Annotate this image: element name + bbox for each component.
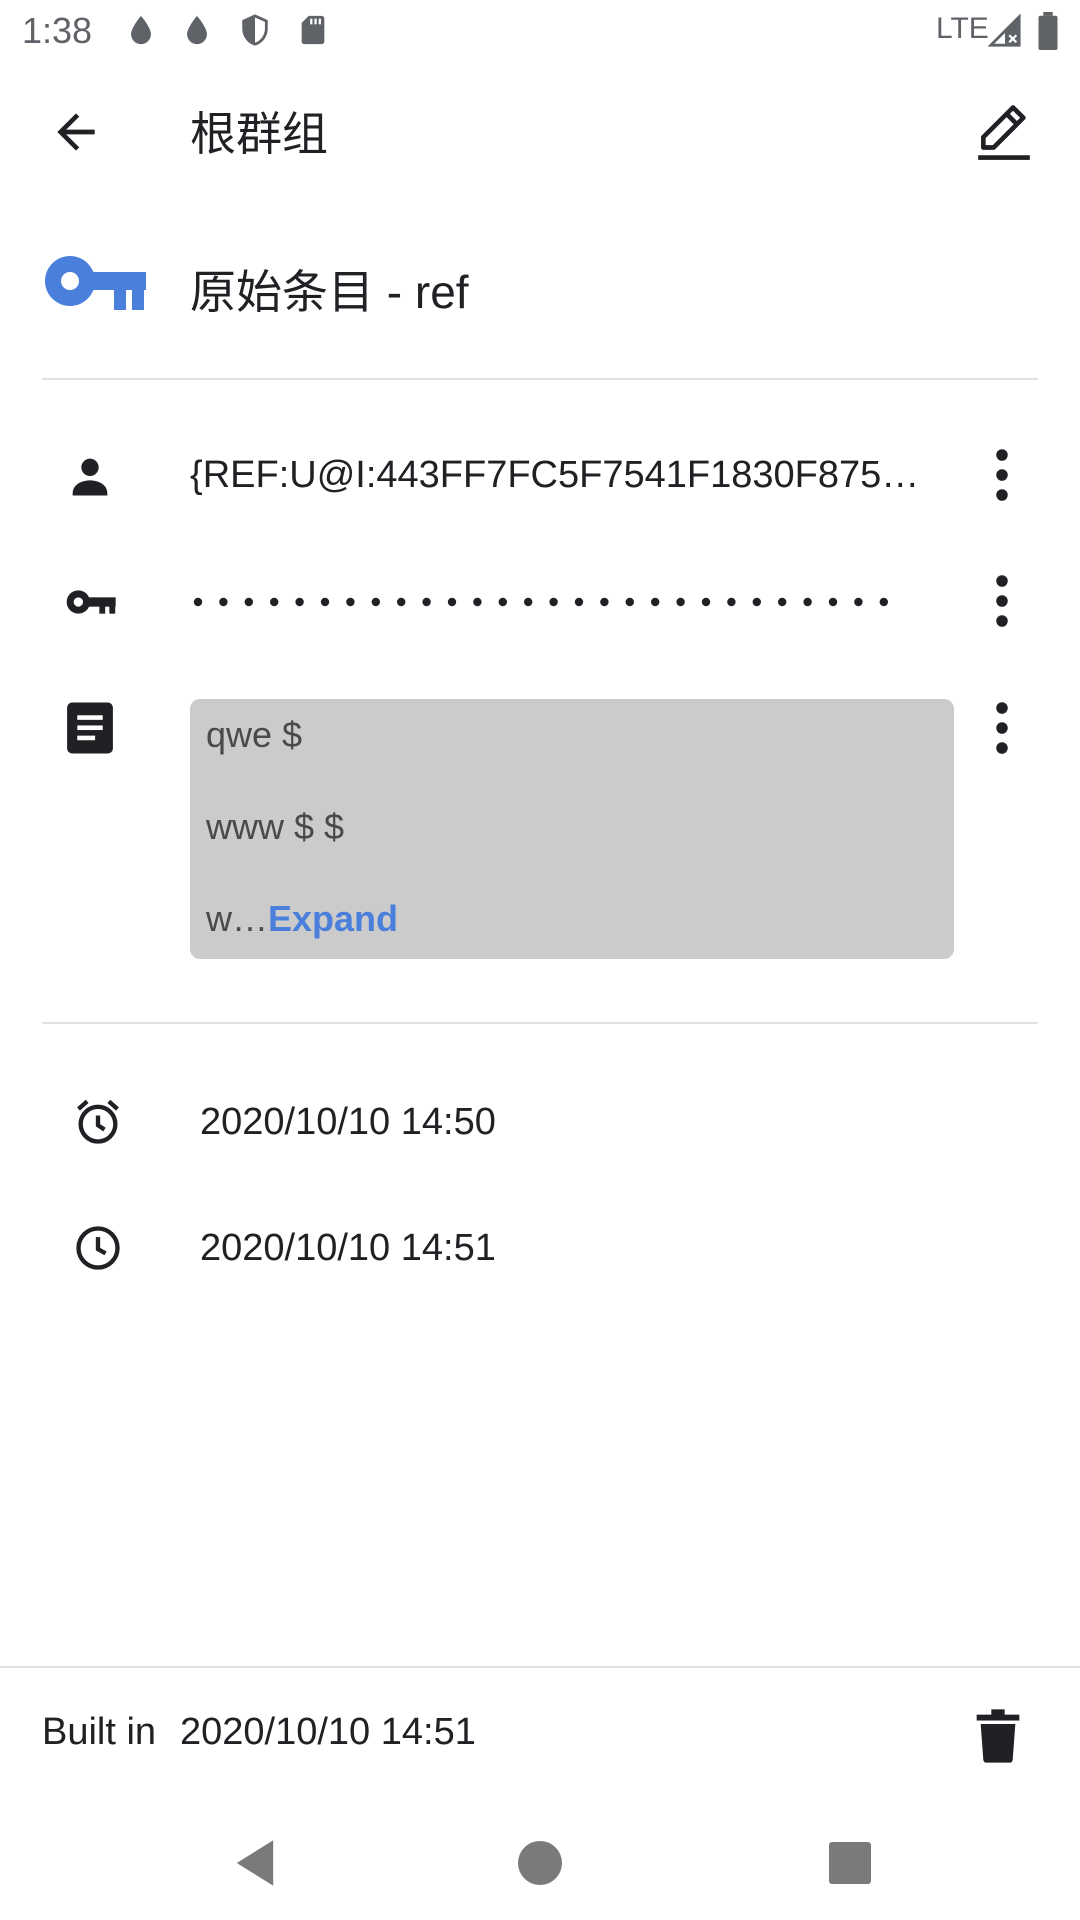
signal-icon [988, 14, 1021, 47]
password-dot [854, 597, 863, 607]
divider [42, 378, 1038, 380]
nav-recents-button[interactable] [815, 1828, 885, 1898]
notes-icon-wrap [62, 700, 118, 756]
password-icon-wrap [62, 574, 118, 630]
password-dot [778, 597, 787, 607]
notes-line: qwe $ [206, 714, 303, 755]
status-time: 1:38 [22, 10, 93, 51]
entry-key-icon [45, 256, 146, 310]
edit-icon [978, 105, 1030, 160]
password-dot [244, 597, 253, 607]
modified-date: 2020/10/10 14:51 [200, 1227, 496, 1269]
delete-icon [976, 1709, 1020, 1763]
password-dot [701, 597, 711, 607]
notes-line: w… [206, 898, 268, 939]
key-icon [66, 590, 116, 614]
password-dot [651, 597, 660, 607]
system-nav-bar [0, 1800, 1080, 1920]
password-dot [676, 597, 685, 607]
password-dot [295, 597, 304, 607]
expand-link[interactable]: Expand [268, 898, 398, 939]
shield-icon [242, 14, 268, 46]
battery-icon [1038, 12, 1058, 50]
password-value[interactable] [190, 578, 910, 628]
entry-title: 原始条目 - ref [190, 266, 469, 318]
password-dot [193, 597, 203, 607]
page-title: 根群组 [190, 108, 328, 160]
alarm-icon [77, 1099, 119, 1144]
clock-icon [76, 1226, 120, 1270]
delete-button[interactable] [958, 1696, 1038, 1776]
username-more-button[interactable] [966, 439, 1038, 511]
password-dot [879, 597, 888, 607]
password-dot [320, 597, 330, 607]
password-dot [473, 597, 482, 607]
password-dot [828, 597, 838, 607]
notes-line-last: w…Expand [206, 897, 938, 941]
notes-more-button[interactable] [966, 692, 1038, 764]
username-value[interactable]: {REF:U@I:443FF7FC5F7541F1830F875… [190, 454, 919, 497]
built-value: 2020/10/10 14:51 [180, 1711, 476, 1753]
more-vert-icon [996, 449, 1008, 501]
nav-home-icon [518, 1841, 562, 1885]
network-type: LTE [936, 12, 989, 45]
password-dot [524, 597, 533, 607]
password-more-button[interactable] [966, 565, 1038, 637]
password-dot [574, 597, 584, 607]
password-dot [447, 597, 457, 607]
password-dot [625, 597, 634, 607]
document-icon [67, 702, 113, 754]
built-label: Built in [42, 1711, 157, 1753]
password-dot [498, 597, 507, 607]
nav-back-button[interactable] [220, 1828, 290, 1898]
password-dot [752, 597, 761, 607]
notes-box[interactable]: qwe $ www $ $ w…Expand [190, 699, 954, 959]
nav-back-icon [236, 1840, 274, 1886]
password-dot [422, 597, 431, 607]
back-button[interactable] [40, 96, 112, 168]
password-dot [219, 597, 228, 607]
more-vert-icon [996, 702, 1008, 754]
footer-divider [0, 1666, 1080, 1668]
password-dot [549, 597, 558, 607]
person-icon [72, 458, 108, 496]
password-dot [270, 597, 279, 607]
status-bar: 1:38 LTE [0, 0, 1080, 66]
username-icon-wrap [62, 448, 118, 504]
password-mask [193, 597, 888, 607]
arrow-back-icon [57, 113, 95, 151]
nav-home-button[interactable] [505, 1828, 575, 1898]
password-dot [346, 597, 355, 607]
password-dot [727, 597, 736, 607]
drop-icon [187, 15, 207, 45]
created-date: 2020/10/10 14:50 [200, 1101, 496, 1143]
password-dot [803, 597, 812, 607]
password-dot [371, 597, 380, 607]
nav-recents-icon [829, 1842, 871, 1884]
notes-line: www $ $ [206, 806, 345, 847]
divider [42, 1022, 1038, 1024]
drop-icon [131, 15, 151, 45]
edit-button[interactable] [964, 92, 1044, 172]
more-vert-icon [996, 575, 1008, 627]
sd-card-icon [301, 15, 325, 45]
password-dot [600, 597, 609, 607]
password-dot [397, 597, 406, 607]
